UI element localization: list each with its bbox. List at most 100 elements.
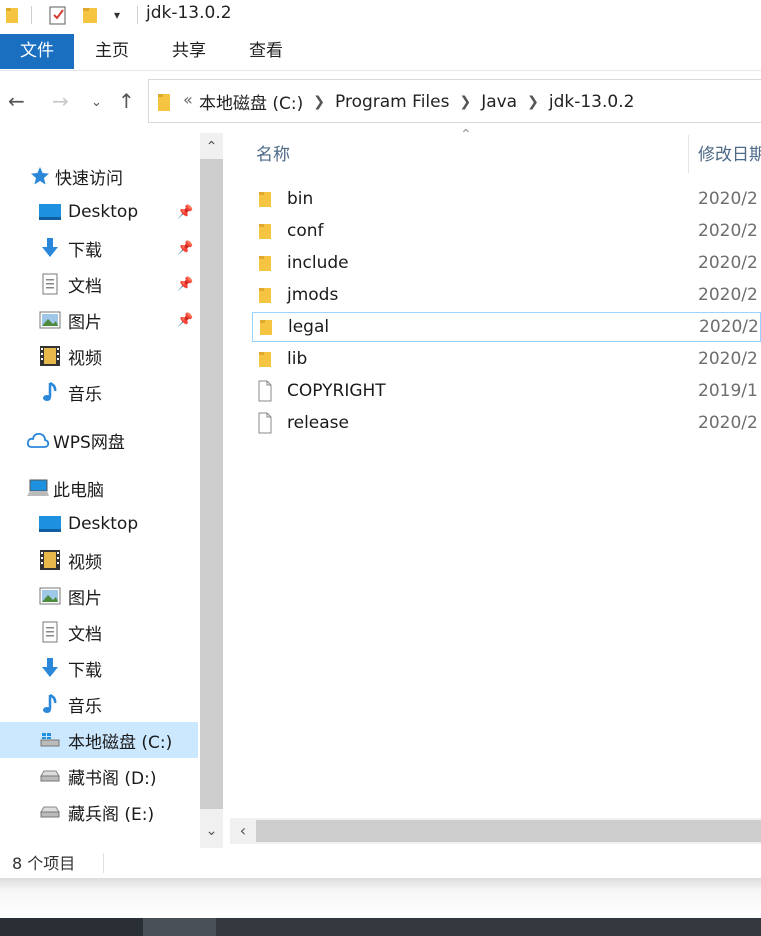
sidebar-item-pc-documents[interactable]: 文档 (0, 614, 200, 650)
sidebar-item-desktop[interactable]: Desktop 📌 (0, 194, 200, 230)
sort-ascending-icon: ⌃ (460, 127, 472, 143)
taskbar-segment-active[interactable] (143, 918, 216, 936)
tab-home[interactable]: 主页 (84, 34, 140, 69)
sidebar-item-drive-d[interactable]: 藏书阁 (D:) (0, 758, 200, 794)
picture-icon (38, 308, 62, 332)
item-count: 8 个项目 (12, 854, 76, 873)
sidebar-item-pictures[interactable]: 图片 📌 (0, 302, 200, 338)
folder-icon (252, 189, 278, 209)
scrollbar-thumb[interactable] (256, 820, 761, 842)
breadcrumb-drive[interactable]: 本地磁盘 (C:) (199, 89, 303, 114)
sidebar-item-drive-e[interactable]: 藏兵阁 (E:) (0, 794, 200, 830)
ribbon: 文件 主页 共享 查看 (0, 34, 761, 71)
windows-drive-icon (38, 728, 62, 752)
music-note-icon (38, 380, 62, 404)
drive-icon (38, 764, 62, 788)
pin-icon[interactable]: 📌 (177, 277, 193, 292)
file-row[interactable]: COPYRIGHT 2019/1 (252, 376, 761, 406)
file-row[interactable]: bin 2020/2 (252, 184, 761, 214)
taskbar-segment[interactable] (0, 918, 143, 936)
tab-view[interactable]: 查看 (238, 34, 294, 69)
new-folder-icon[interactable] (80, 5, 100, 25)
chevron-right-icon[interactable]: ❯ (527, 94, 539, 110)
column-divider[interactable] (688, 135, 689, 173)
sidebar-item-pc-desktop[interactable]: Desktop (0, 506, 200, 542)
chevron-right-icon[interactable]: ❯ (459, 94, 471, 110)
sidebar-item-pc-pictures[interactable]: 图片 (0, 578, 200, 614)
file-row[interactable]: release 2020/2 (252, 408, 761, 438)
up-arrow-icon[interactable]: ↑ (118, 89, 135, 113)
sidebar-item-drive-c[interactable]: 本地磁盘 (C:) (0, 722, 198, 758)
star-icon (28, 164, 52, 188)
forward-arrow-icon[interactable]: → (52, 89, 69, 113)
pin-icon[interactable]: 📌 (177, 241, 193, 256)
pin-icon[interactable]: 📌 (177, 205, 193, 220)
document-icon (38, 272, 62, 296)
pin-icon[interactable]: 📌 (177, 313, 193, 328)
file-name: conf (287, 221, 324, 241)
file-date: 2020/2 (698, 189, 758, 209)
file-row[interactable]: jmods 2020/2 (252, 280, 761, 310)
recent-locations-chevron-icon[interactable]: ⌄ (91, 91, 102, 115)
sidebar-label: 视频 (68, 552, 102, 573)
folder-icon (252, 349, 278, 369)
desktop-icon (38, 512, 62, 536)
desktop-icon (38, 200, 62, 224)
navigation-pane-scrollbar[interactable]: ⌃ ⌄ (200, 133, 223, 848)
breadcrumb-jdk[interactable]: jdk-13.0.2 (549, 92, 635, 112)
sidebar-item-wps-cloud[interactable]: WPS网盘 (0, 422, 200, 458)
status-divider (103, 853, 104, 873)
file-name: bin (287, 189, 314, 209)
file-name: lib (287, 349, 308, 369)
scroll-down-icon[interactable]: ⌄ (200, 819, 223, 843)
file-row[interactable]: lib 2020/2 (252, 344, 761, 374)
file-date: 2020/2 (698, 253, 758, 273)
file-icon (252, 380, 278, 402)
breadcrumb-program-files[interactable]: Program Files (335, 92, 449, 112)
column-header-date[interactable]: 修改日期 (698, 133, 761, 173)
file-name: COPYRIGHT (287, 381, 386, 401)
file-list-horizontal-scrollbar[interactable]: ‹ (230, 818, 761, 844)
scroll-left-icon[interactable]: ‹ (230, 818, 256, 844)
sidebar-label: 藏书阁 (D:) (68, 768, 157, 789)
navigation-bar: ← → ⌄ ↑ « 本地磁盘 (C:) ❯ Program Files ❯ Ja… (0, 71, 761, 133)
sidebar-item-downloads[interactable]: 下载 📌 (0, 230, 200, 266)
sidebar-item-videos[interactable]: 视频 (0, 338, 200, 374)
file-row[interactable]: conf 2020/2 (252, 216, 761, 246)
window-shadow (0, 878, 761, 918)
sidebar-item-pc-music[interactable]: 音乐 (0, 686, 200, 722)
sidebar-label: Desktop (68, 202, 139, 222)
file-name: legal (288, 317, 330, 337)
address-overflow[interactable]: « (183, 90, 193, 109)
sidebar-item-documents[interactable]: 文档 📌 (0, 266, 200, 302)
back-arrow-icon[interactable]: ← (8, 89, 25, 113)
file-date: 2020/2 (698, 285, 758, 305)
file-name: include (287, 253, 349, 273)
document-icon (38, 620, 62, 644)
customize-toolbar-chevron-icon[interactable]: ▾ (108, 5, 126, 25)
scroll-up-icon[interactable]: ⌃ (200, 135, 223, 159)
sidebar-label: WPS网盘 (53, 432, 125, 453)
sidebar-item-pc-downloads[interactable]: 下载 (0, 650, 200, 686)
breadcrumb-java[interactable]: Java (481, 92, 517, 112)
column-header-name[interactable]: 名称 (256, 133, 290, 173)
video-icon (38, 548, 62, 572)
scrollbar-thumb[interactable] (200, 159, 223, 809)
file-row-focused[interactable]: legal 2020/2 (252, 312, 761, 342)
sidebar-item-quick-access[interactable]: 快速访问 (0, 158, 200, 194)
address-folder-icon (157, 92, 171, 116)
tab-file[interactable]: 文件 (0, 34, 74, 69)
file-row[interactable]: include 2020/2 (252, 248, 761, 278)
tab-share[interactable]: 共享 (161, 34, 217, 69)
address-bar[interactable]: « 本地磁盘 (C:) ❯ Program Files ❯ Java ❯ jdk… (148, 79, 761, 123)
chevron-right-icon[interactable]: ❯ (313, 94, 325, 110)
properties-icon[interactable] (46, 5, 70, 25)
folder-icon (252, 253, 278, 273)
cloud-icon (26, 428, 50, 452)
drive-icon (38, 800, 62, 824)
sidebar-item-pc-videos[interactable]: 视频 (0, 542, 200, 578)
sidebar-item-music[interactable]: 音乐 (0, 374, 200, 410)
download-icon (38, 236, 62, 260)
sidebar-item-this-pc[interactable]: 此电脑 (0, 470, 200, 506)
video-icon (38, 344, 62, 368)
